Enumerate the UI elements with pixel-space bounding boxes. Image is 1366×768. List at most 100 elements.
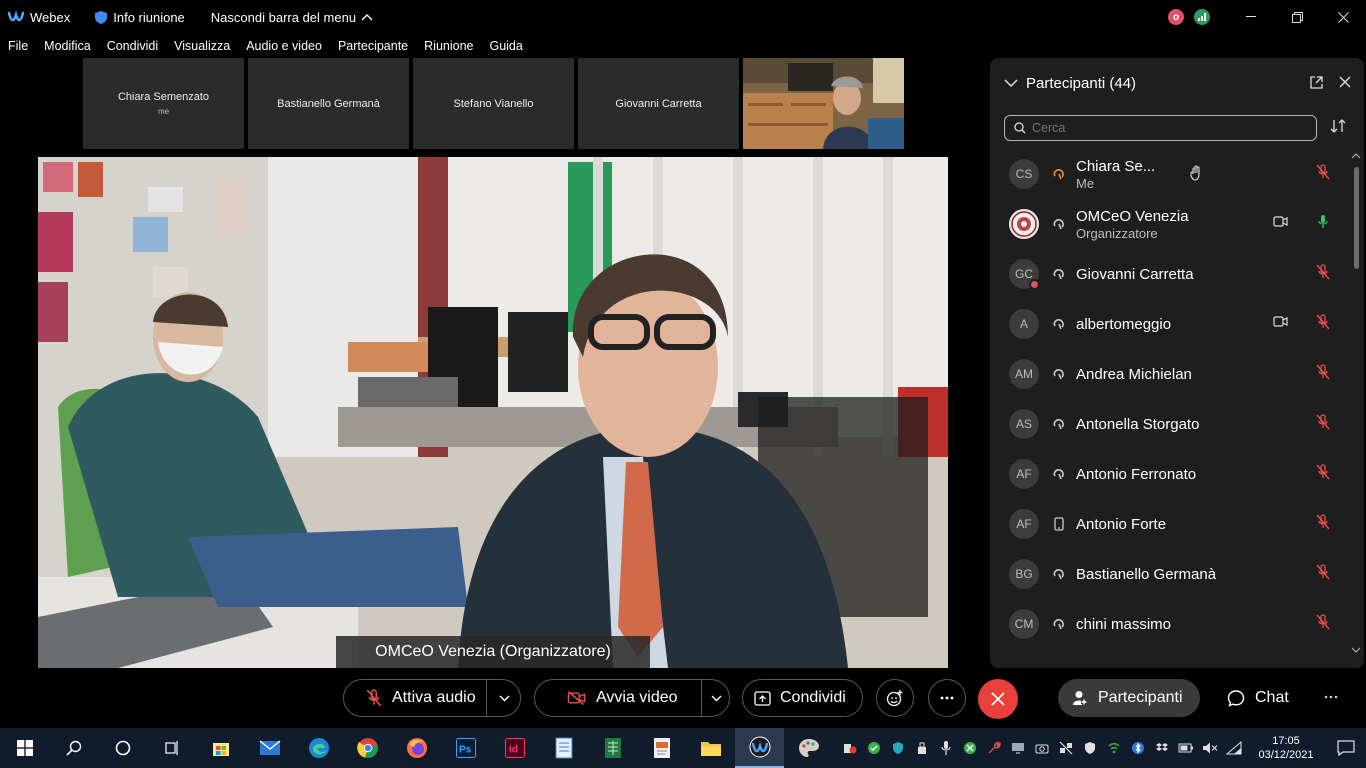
mic-muted-icon[interactable] <box>1316 464 1330 480</box>
mic-muted-icon[interactable] <box>1316 164 1330 180</box>
participants-button[interactable]: Partecipanti <box>1058 679 1200 717</box>
unmute-button[interactable]: Attiva audio <box>344 680 486 716</box>
leave-meeting-button[interactable] <box>978 679 1018 719</box>
start-button[interactable] <box>0 728 49 768</box>
mic-muted-icon[interactable] <box>1316 614 1330 630</box>
taskbar-photoshop[interactable]: Ps <box>441 728 490 768</box>
mic-muted-icon[interactable] <box>1316 264 1330 280</box>
menu-riunione[interactable]: Riunione <box>424 39 473 53</box>
participant-row[interactable]: A albertomeggio <box>990 299 1350 349</box>
taskbar-search-button[interactable] <box>49 728 98 768</box>
filmstrip-video-tile[interactable] <box>743 58 904 149</box>
camera-icon[interactable] <box>1273 316 1288 327</box>
participant-row[interactable]: AS Antonella Storgato <box>990 399 1350 449</box>
taskbar-document[interactable] <box>637 728 686 768</box>
taskbar-file-explorer[interactable] <box>686 728 735 768</box>
battery-icon[interactable] <box>1174 728 1198 768</box>
mic-on-icon[interactable] <box>1316 214 1330 230</box>
participant-search-box[interactable] <box>1004 115 1317 141</box>
main-video-stage[interactable]: OMCeO Venezia (Organizzatore) <box>38 157 948 668</box>
minimize-button[interactable] <box>1228 0 1274 34</box>
chevron-down-icon[interactable] <box>1004 78 1018 88</box>
menu-audio-video[interactable]: Audio e video <box>246 39 322 53</box>
menu-file[interactable]: File <box>8 39 28 53</box>
filmstrip-tile[interactable]: Chiara Semenzato me <box>83 58 244 149</box>
mic-muted-icon[interactable] <box>1316 314 1330 330</box>
tray-defender-icon[interactable] <box>886 728 910 768</box>
taskbar-indesign[interactable]: Id <box>490 728 539 768</box>
start-video-button[interactable]: Avvia video <box>535 680 695 716</box>
taskbar-excel[interactable] <box>588 728 637 768</box>
participant-row[interactable]: OMCeO Venezia Organizzatore <box>990 199 1350 249</box>
taskbar-clock[interactable]: 17:05 03/12/2021 <box>1246 734 1326 762</box>
video-options-button[interactable] <box>702 680 730 716</box>
task-view-button[interactable] <box>147 728 196 768</box>
taskbar-store[interactable] <box>196 728 245 768</box>
tray-network-off-icon[interactable] <box>1054 728 1078 768</box>
tray-microphone-icon[interactable] <box>934 728 958 768</box>
meeting-info-button[interactable]: Info riunione <box>94 10 185 25</box>
taskbar-webex[interactable] <box>735 728 784 768</box>
participant-row[interactable]: AF Antonio Ferronato <box>990 449 1350 499</box>
tray-xbox-icon[interactable] <box>958 728 982 768</box>
share-button[interactable]: Condividi <box>742 679 863 717</box>
tray-wifi-app-icon[interactable] <box>1102 728 1126 768</box>
taskbar-chrome[interactable] <box>343 728 392 768</box>
participant-row[interactable]: AF Antonio Forte <box>990 499 1350 549</box>
filmstrip-tile[interactable]: Bastianello Germanà <box>248 58 409 149</box>
participant-row[interactable]: GC Giovanni Carretta <box>990 249 1350 299</box>
tray-shield-icon[interactable] <box>1078 728 1102 768</box>
filmstrip-tile[interactable]: Stefano Vianello <box>413 58 574 149</box>
recording-indicator-icon[interactable]: o <box>1168 9 1184 25</box>
pop-out-icon[interactable] <box>1310 76 1323 89</box>
taskbar-notepad[interactable] <box>539 728 588 768</box>
tray-security-icon[interactable] <box>838 728 862 768</box>
scroll-down-icon[interactable] <box>1351 647 1361 653</box>
scroll-thumb[interactable] <box>1354 167 1359 269</box>
panel-overflow-button[interactable] <box>1324 686 1338 704</box>
mic-muted-icon[interactable] <box>1316 414 1330 430</box>
hide-menu-bar-button[interactable]: Nascondi barra del menu <box>211 10 373 25</box>
menu-condividi[interactable]: Condividi <box>107 39 158 53</box>
mic-muted-icon[interactable] <box>1316 564 1330 580</box>
filmstrip-tile[interactable]: Giovanni Carretta <box>578 58 739 149</box>
wifi-icon[interactable] <box>1222 728 1246 768</box>
notification-center-button[interactable] <box>1326 728 1366 768</box>
raised-hand-icon[interactable] <box>1190 165 1202 181</box>
mic-muted-icon[interactable] <box>1316 514 1330 530</box>
tray-tool-icon[interactable] <box>982 728 1006 768</box>
tray-bluetooth-icon[interactable] <box>1126 728 1150 768</box>
tray-display-icon[interactable] <box>1006 728 1030 768</box>
participant-list-scrollbar[interactable] <box>1351 153 1361 653</box>
participant-row[interactable]: CS Chiara Se... Me <box>990 149 1350 199</box>
menu-partecipante[interactable]: Partecipante <box>338 39 408 53</box>
taskbar-edge[interactable] <box>294 728 343 768</box>
chat-button[interactable]: Chat <box>1222 679 1289 717</box>
participant-search-input[interactable] <box>1032 121 1302 135</box>
cortana-button[interactable] <box>98 728 147 768</box>
close-window-button[interactable] <box>1320 0 1366 34</box>
tray-camera-icon[interactable] <box>1030 728 1054 768</box>
sort-icon[interactable] <box>1330 118 1346 134</box>
scroll-up-icon[interactable] <box>1351 153 1361 159</box>
mic-muted-icon[interactable] <box>1316 364 1330 380</box>
network-stats-icon[interactable] <box>1194 9 1210 25</box>
audio-options-button[interactable] <box>487 680 521 716</box>
restore-button[interactable] <box>1274 0 1320 34</box>
tray-check-icon[interactable] <box>862 728 886 768</box>
participant-row[interactable]: AM Andrea Michielan <box>990 349 1350 399</box>
menu-visualizza[interactable]: Visualizza <box>174 39 230 53</box>
menu-guida[interactable]: Guida <box>489 39 522 53</box>
more-options-button[interactable] <box>928 679 966 717</box>
volume-muted-icon[interactable] <box>1198 728 1222 768</box>
participant-row[interactable]: CM chini massimo <box>990 599 1350 649</box>
taskbar-firefox[interactable] <box>392 728 441 768</box>
menu-modifica[interactable]: Modifica <box>44 39 91 53</box>
tray-dropbox-icon[interactable] <box>1150 728 1174 768</box>
close-panel-icon[interactable] <box>1339 76 1351 88</box>
taskbar-mail[interactable] <box>245 728 294 768</box>
taskbar-paint[interactable] <box>784 728 833 768</box>
tray-usb-icon[interactable] <box>910 728 934 768</box>
camera-icon[interactable] <box>1273 216 1288 227</box>
reactions-button[interactable] <box>876 679 914 717</box>
